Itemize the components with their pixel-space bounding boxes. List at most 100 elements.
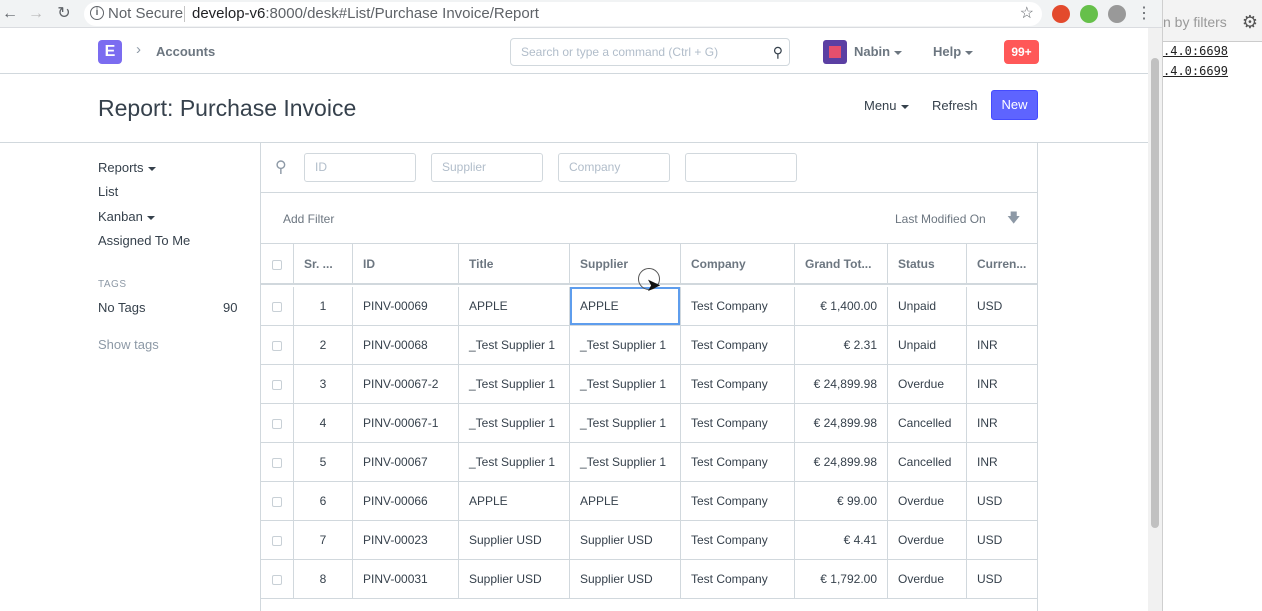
cell-title[interactable]: APPLE [459, 482, 570, 520]
cell-currency[interactable]: INR [967, 326, 1037, 364]
table-row[interactable]: 2 PINV-00068 _Test Supplier 1 _Test Supplie… [261, 326, 1037, 365]
devtools-log-link[interactable]: .4.0:6699 [1163, 64, 1228, 78]
cell-company[interactable]: Test Company [681, 365, 795, 403]
cell-supplier[interactable]: Supplier USD [570, 521, 681, 559]
table-row[interactable]: 7 PINV-00023 Supplier USD Supplier USD Test … [261, 521, 1037, 560]
cell-total[interactable]: € 1,400.00 [795, 287, 888, 325]
cell-supplier[interactable]: APPLE [570, 287, 681, 325]
cell-sr[interactable]: 5 [294, 443, 353, 481]
cell-id[interactable]: PINV-00067-2 [353, 365, 459, 403]
back-icon[interactable]: ← [0, 4, 20, 24]
cell-total[interactable]: € 2.31 [795, 326, 888, 364]
cell-supplier[interactable]: _Test Supplier 1 [570, 326, 681, 364]
cell-total[interactable]: € 4.41 [795, 521, 888, 559]
supplier-filter-input[interactable]: Supplier [431, 153, 543, 182]
cell-status[interactable]: Unpaid [888, 326, 967, 364]
cell-sr[interactable]: 3 [294, 365, 353, 403]
cell-currency[interactable]: USD [967, 560, 1037, 598]
cell-id[interactable]: PINV-00067 [353, 443, 459, 481]
column-header[interactable]: Company [681, 244, 795, 283]
extension-icon[interactable] [1108, 5, 1126, 23]
help-dropdown[interactable]: Help [933, 44, 974, 59]
cell-supplier[interactable]: APPLE [570, 482, 681, 520]
extra-filter-input[interactable] [685, 153, 797, 182]
column-header[interactable]: Status [888, 244, 967, 283]
cell-sr[interactable]: 7 [294, 521, 353, 559]
column-header[interactable]: Supplier [570, 244, 681, 283]
cell-status[interactable]: Overdue [888, 521, 967, 559]
menu-button[interactable]: Menu [864, 98, 909, 113]
awesome-bar-search[interactable]: Search or type a command (Ctrl + G) ⚲ [510, 38, 790, 66]
cell-sr[interactable]: 6 [294, 482, 353, 520]
sidebar-item-reports[interactable]: Reports [98, 160, 156, 175]
extension-icon[interactable] [1052, 5, 1070, 23]
cell-total[interactable]: € 24,899.98 [795, 443, 888, 481]
row-checkbox[interactable] [261, 365, 294, 403]
reload-icon[interactable]: ↻ [54, 4, 74, 24]
cell-currency[interactable]: USD [967, 482, 1037, 520]
app-logo[interactable]: E [98, 40, 122, 64]
sidebar-item-assigned[interactable]: Assigned To Me [98, 233, 190, 248]
cell-currency[interactable]: USD [967, 521, 1037, 559]
cell-company[interactable]: Test Company [681, 326, 795, 364]
devtools-filter[interactable]: n by filters [1163, 14, 1227, 30]
cell-id[interactable]: PINV-00066 [353, 482, 459, 520]
column-header[interactable]: ID [353, 244, 459, 283]
row-checkbox[interactable] [261, 287, 294, 325]
cell-supplier[interactable]: _Test Supplier 1 [570, 443, 681, 481]
cell-company[interactable]: Test Company [681, 443, 795, 481]
table-row[interactable]: 8 PINV-00031 Supplier USD Supplier USD Test … [261, 560, 1037, 599]
id-filter-input[interactable]: ID [304, 153, 416, 182]
cell-currency[interactable]: INR [967, 404, 1037, 442]
new-button[interactable]: New [991, 90, 1038, 120]
cell-total[interactable]: € 24,899.98 [795, 365, 888, 403]
column-header[interactable]: Grand Tot... [795, 244, 888, 283]
extension-icon[interactable] [1080, 5, 1098, 23]
info-icon[interactable]: i [90, 6, 104, 20]
cell-status[interactable]: Overdue [888, 365, 967, 403]
avatar[interactable] [823, 40, 847, 64]
cell-currency[interactable]: USD [967, 287, 1037, 325]
breadcrumb[interactable]: Accounts [156, 44, 215, 59]
cell-title[interactable]: APPLE [459, 287, 570, 325]
cell-company[interactable]: Test Company [681, 521, 795, 559]
cell-company[interactable]: Test Company [681, 404, 795, 442]
select-all-checkbox[interactable] [261, 244, 294, 283]
table-row[interactable]: 3 PINV-00067-2 _Test Supplier 1 _Test Suppl… [261, 365, 1037, 404]
row-checkbox[interactable] [261, 482, 294, 520]
cell-currency[interactable]: INR [967, 365, 1037, 403]
cell-supplier[interactable]: Supplier USD [570, 560, 681, 598]
cell-title[interactable]: Supplier USD [459, 560, 570, 598]
show-tags-link[interactable]: Show tags [98, 337, 159, 352]
cell-sr[interactable]: 2 [294, 326, 353, 364]
cell-company[interactable]: Test Company [681, 287, 795, 325]
cell-total[interactable]: € 1,792.00 [795, 560, 888, 598]
add-filter-button[interactable]: Add Filter [283, 212, 334, 226]
cell-title[interactable]: _Test Supplier 1 [459, 443, 570, 481]
cell-id[interactable]: PINV-00068 [353, 326, 459, 364]
cell-sr[interactable]: 1 [294, 287, 353, 325]
scrollbar-thumb[interactable] [1151, 58, 1159, 528]
cell-supplier[interactable]: _Test Supplier 1 [570, 404, 681, 442]
devtools-log-link[interactable]: .4.0:6698 [1163, 44, 1228, 58]
sidebar-item-list[interactable]: List [98, 184, 118, 199]
row-checkbox[interactable] [261, 404, 294, 442]
sidebar-item-no-tags[interactable]: No Tags [98, 300, 145, 315]
cell-id[interactable]: PINV-00067-1 [353, 404, 459, 442]
cell-supplier[interactable]: _Test Supplier 1 [570, 365, 681, 403]
cell-status[interactable]: Cancelled [888, 443, 967, 481]
bookmark-star-icon[interactable]: ☆ [1020, 2, 1034, 26]
cell-status[interactable]: Overdue [888, 482, 967, 520]
cell-company[interactable]: Test Company [681, 482, 795, 520]
cell-status[interactable]: Unpaid [888, 287, 967, 325]
notifications-badge[interactable]: 99+ [1004, 40, 1039, 64]
row-checkbox[interactable] [261, 521, 294, 559]
company-filter-input[interactable]: Company [558, 153, 670, 182]
refresh-button[interactable]: Refresh [932, 98, 978, 113]
cell-sr[interactable]: 4 [294, 404, 353, 442]
browser-menu-icon[interactable]: ⋮ [1134, 4, 1154, 24]
cell-title[interactable]: Supplier USD [459, 521, 570, 559]
row-checkbox[interactable] [261, 560, 294, 598]
cell-total[interactable]: € 99.00 [795, 482, 888, 520]
column-header[interactable]: Curren... [967, 244, 1037, 283]
